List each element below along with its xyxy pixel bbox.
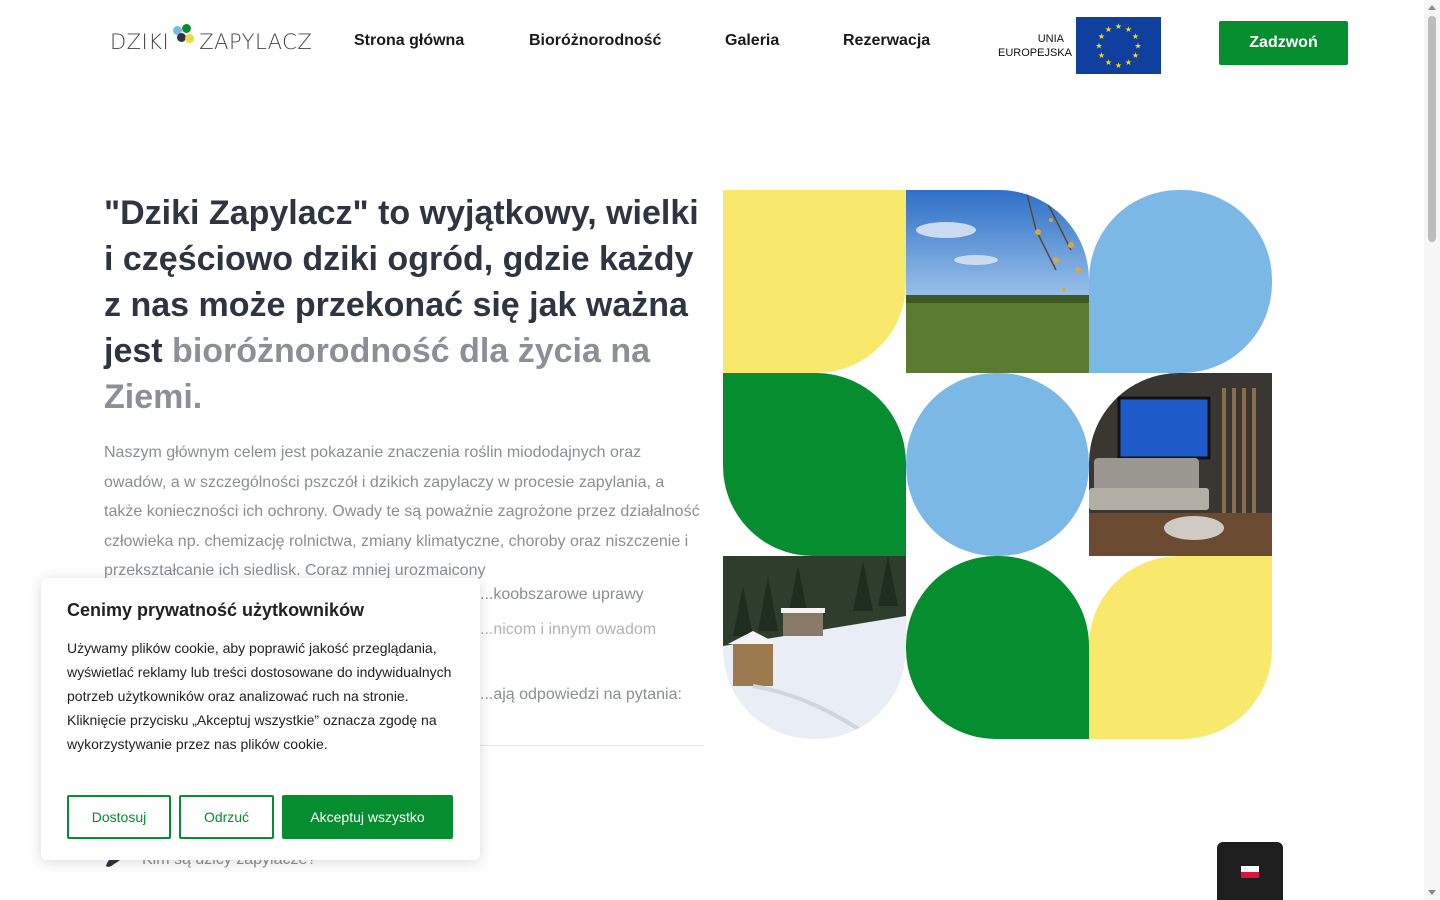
mosaic-green-tile-1 — [723, 373, 906, 556]
cookie-customize-button[interactable]: Dostosuj — [67, 795, 171, 839]
cookie-description: Używamy plików cookie, aby poprawić jako… — [67, 640, 452, 752]
winter-cabin-photo — [723, 556, 906, 739]
meadow-photo — [906, 190, 1089, 373]
bee-icon — [173, 24, 195, 46]
mosaic-green-tile-2 — [906, 556, 1089, 739]
svg-text:★: ★ — [1095, 42, 1102, 51]
nav-item-gallery[interactable]: Galeria — [725, 32, 779, 50]
interior-photo — [1089, 373, 1272, 556]
page-scrollbar[interactable] — [1424, 0, 1440, 900]
scrollbar-thumb[interactable] — [1428, 16, 1436, 242]
svg-text:★: ★ — [1134, 42, 1141, 51]
mosaic-yellow-tile-1 — [723, 190, 906, 373]
hero-description-tail: ...koobszarowe uprawy — [480, 586, 644, 603]
eu-label-line1: UNIA — [1037, 33, 1064, 45]
svg-text:★: ★ — [1105, 25, 1112, 34]
hero-questions-intro: ...ają odpowiedzi na pytania: — [480, 686, 682, 703]
cookie-reject-button[interactable]: Odrzuć — [179, 795, 274, 839]
scroll-up-arrow-icon[interactable] — [1428, 5, 1436, 10]
nav-item-biodiversity[interactable]: Bioróżnorodność — [529, 32, 661, 50]
eu-flag-icon: ★ ★ ★ ★ ★ ★ ★ ★ ★ ★ ★ ★ — [1076, 17, 1161, 74]
site-logo[interactable]: DZIKI ZAPYLACZ — [110, 24, 313, 58]
mosaic-blue-tile-1 — [1089, 190, 1272, 373]
cookie-consent-banner: Cenimy prywatność użytkowników Używamy p… — [41, 578, 480, 860]
svg-text:★: ★ — [1105, 58, 1112, 67]
logo-text-zapylacz: ZAPYLACZ — [199, 30, 313, 54]
hero-mosaic — [723, 190, 1272, 739]
nav-item-booking[interactable]: Rezerwacja — [843, 32, 930, 50]
svg-text:★: ★ — [1132, 51, 1139, 60]
site-header: DZIKI ZAPYLACZ Strona główna Bioróżnorod… — [0, 0, 1424, 86]
hero-title-faded: bioróżnorodność dla życia na Ziemi. — [104, 332, 651, 416]
scroll-down-arrow-icon[interactable] — [1428, 890, 1436, 895]
nav-item-home[interactable]: Strona główna — [354, 32, 464, 50]
svg-text:★: ★ — [1125, 58, 1132, 67]
call-button[interactable]: Zadzwoń — [1219, 21, 1348, 65]
language-switcher[interactable] — [1217, 842, 1283, 900]
logo-text-dziki: DZIKI — [110, 30, 170, 54]
svg-text:★: ★ — [1115, 61, 1122, 70]
hero-description-tail2: ...nicom i innym owadom — [480, 621, 657, 638]
poland-flag-icon — [1241, 866, 1259, 878]
eu-label-line2: EUROPEJSKA — [998, 47, 1072, 59]
eu-badge: UNIA EUROPEJSKA ★ ★ ★ ★ ★ ★ ★ ★ ★ ★ ★ ★ — [996, 17, 1162, 74]
mosaic-blue-tile-2 — [906, 373, 1089, 556]
svg-text:★: ★ — [1132, 32, 1139, 41]
svg-text:★: ★ — [1098, 51, 1105, 60]
hero-description: Naszym głównym celem jest pokazanie znac… — [104, 444, 700, 579]
cookie-title: Cenimy prywatność użytkowników — [67, 600, 365, 620]
svg-text:★: ★ — [1115, 22, 1122, 31]
hero-title: "Dziki Zapylacz" to wyjątkowy, wielki i … — [104, 190, 714, 420]
eu-label: UNIA EUROPEJSKA — [998, 32, 1072, 60]
cookie-accept-all-button[interactable]: Akceptuj wszystko — [282, 795, 453, 839]
mosaic-yellow-tile-2 — [1089, 556, 1272, 739]
